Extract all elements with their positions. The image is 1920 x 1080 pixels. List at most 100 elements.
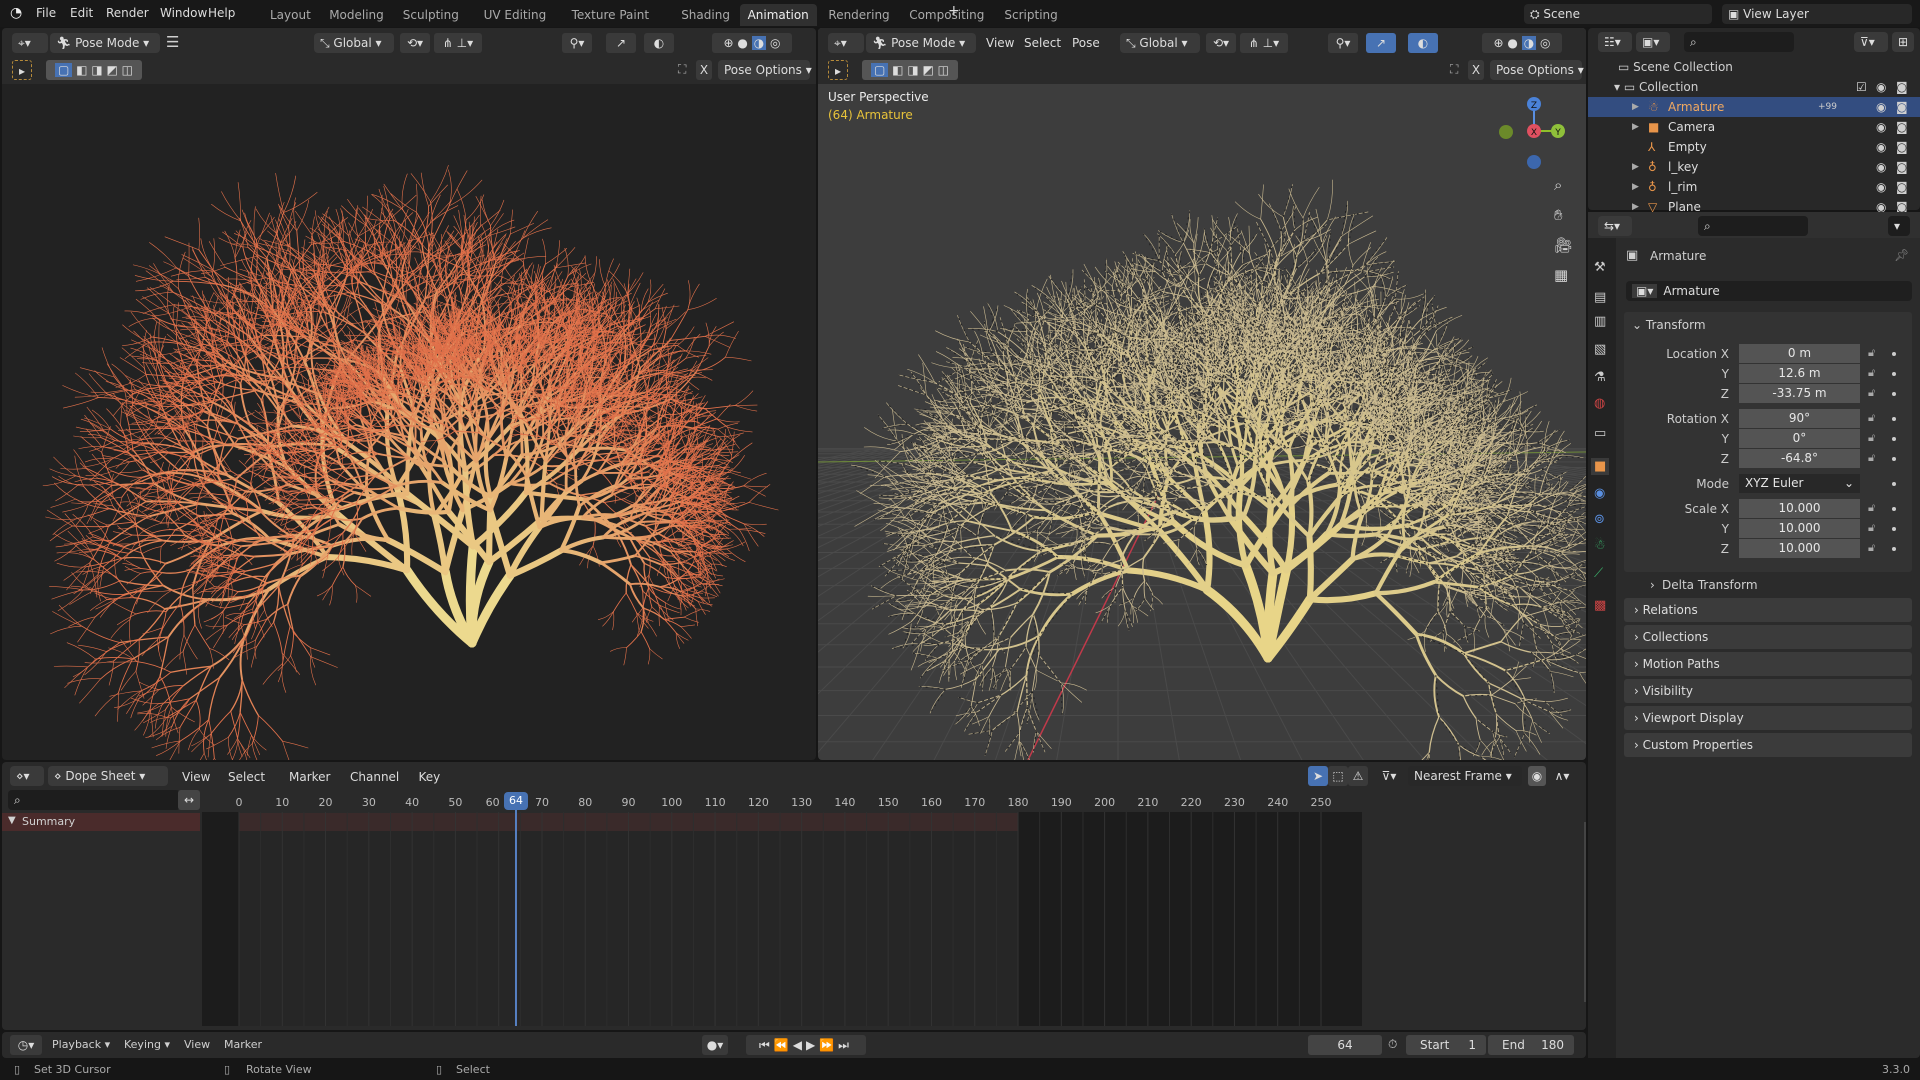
branch — [112, 461, 130, 481]
branch — [627, 272, 644, 294]
branch — [135, 298, 158, 319]
branch — [230, 710, 239, 740]
workspace-tab-scripting[interactable]: Scripting — [996, 4, 1065, 26]
branch — [166, 699, 197, 718]
branch — [74, 666, 89, 696]
branch — [188, 492, 210, 495]
branch — [519, 372, 523, 415]
branch — [310, 647, 331, 656]
left-3d-viewport[interactable]: ⌖▾ 🏃︎ Pose Mode ▾ ☰ ⤡ Global ▾ ⟲▾ ⋔ ⊥▾ ⚲… — [2, 28, 816, 760]
workspace-tab-sculpting[interactable]: Sculpting — [395, 4, 467, 26]
menu-window[interactable]: Window — [160, 6, 207, 20]
branch — [159, 284, 192, 307]
tree-armature-render — [42, 165, 779, 760]
branch — [355, 585, 372, 597]
workspace-tab-modeling[interactable]: Modeling — [321, 4, 392, 26]
branch — [54, 533, 78, 545]
branch — [713, 475, 729, 488]
branch — [248, 334, 284, 379]
branch — [239, 743, 253, 760]
branch — [208, 241, 226, 268]
branch — [120, 556, 167, 565]
branch — [172, 304, 176, 332]
branch — [198, 605, 202, 629]
branch — [124, 310, 158, 319]
branch — [704, 404, 736, 410]
menu-help[interactable]: Help — [208, 6, 235, 20]
blender-logo-icon[interactable]: ◔ — [10, 5, 22, 21]
branch — [220, 455, 232, 472]
branch — [519, 413, 524, 457]
branch — [60, 468, 87, 470]
branch — [94, 370, 126, 390]
branch — [126, 573, 141, 585]
workspace-tab-texture-paint[interactable]: Texture Paint — [564, 4, 657, 26]
branch — [210, 710, 232, 735]
branch — [62, 504, 89, 513]
add-workspace-button[interactable]: + — [948, 3, 960, 19]
branch — [669, 335, 706, 341]
workspace-tab-shading[interactable]: Shading — [673, 4, 738, 26]
branch — [212, 757, 215, 760]
branch — [116, 613, 137, 626]
branch — [181, 531, 193, 551]
branch — [696, 356, 726, 372]
branch — [131, 449, 160, 452]
branch — [179, 719, 210, 742]
branch — [56, 562, 87, 568]
branch — [196, 586, 215, 595]
branch — [207, 733, 212, 758]
branch — [134, 708, 151, 731]
workspace-tab-animation[interactable]: Animation — [739, 4, 817, 26]
branch — [119, 469, 143, 473]
branch — [119, 580, 164, 587]
workspace-tab-layout[interactable]: Layout — [262, 4, 319, 26]
branch — [394, 209, 409, 241]
branch — [219, 307, 221, 333]
branch — [178, 727, 181, 754]
branch — [132, 264, 174, 282]
branch — [142, 296, 170, 314]
branch — [73, 435, 102, 439]
branch — [665, 311, 686, 330]
branch — [146, 287, 170, 314]
workspace-tab-uv-editing[interactable]: UV Editing — [476, 4, 555, 26]
branch — [190, 330, 205, 351]
branch — [371, 194, 403, 210]
branch — [734, 390, 754, 406]
branch — [243, 618, 268, 626]
workspace-tab-rendering[interactable]: Rendering — [820, 4, 897, 26]
branch — [282, 740, 290, 760]
branch — [130, 697, 160, 704]
branch — [360, 506, 401, 520]
workspace-tab-compositing[interactable]: Compositing — [901, 4, 992, 26]
view-layer-selector[interactable]: ▣ View Layer — [1722, 4, 1912, 24]
menu-file[interactable]: File — [36, 6, 56, 20]
branch — [224, 602, 250, 609]
branch — [203, 752, 207, 760]
branch — [290, 632, 295, 657]
branch — [316, 585, 333, 597]
branch — [72, 525, 109, 528]
branch — [544, 248, 568, 265]
branch — [665, 304, 675, 330]
branch — [676, 380, 678, 403]
branch — [227, 554, 240, 580]
branch — [592, 519, 596, 547]
branch — [126, 415, 134, 451]
branch — [302, 357, 340, 360]
branch — [208, 719, 215, 759]
scene-selector[interactable]: ⛭ Scene — [1524, 4, 1712, 24]
branch — [251, 735, 267, 751]
branch — [342, 541, 346, 568]
branch — [164, 685, 184, 711]
branch — [630, 563, 644, 592]
branch — [481, 261, 497, 302]
branch — [266, 212, 285, 259]
menu-edit[interactable]: Edit — [70, 6, 93, 20]
menu-render[interactable]: Render — [106, 6, 149, 20]
branch — [66, 642, 96, 660]
branch — [564, 247, 569, 277]
branch — [395, 212, 414, 233]
branch — [448, 179, 483, 207]
